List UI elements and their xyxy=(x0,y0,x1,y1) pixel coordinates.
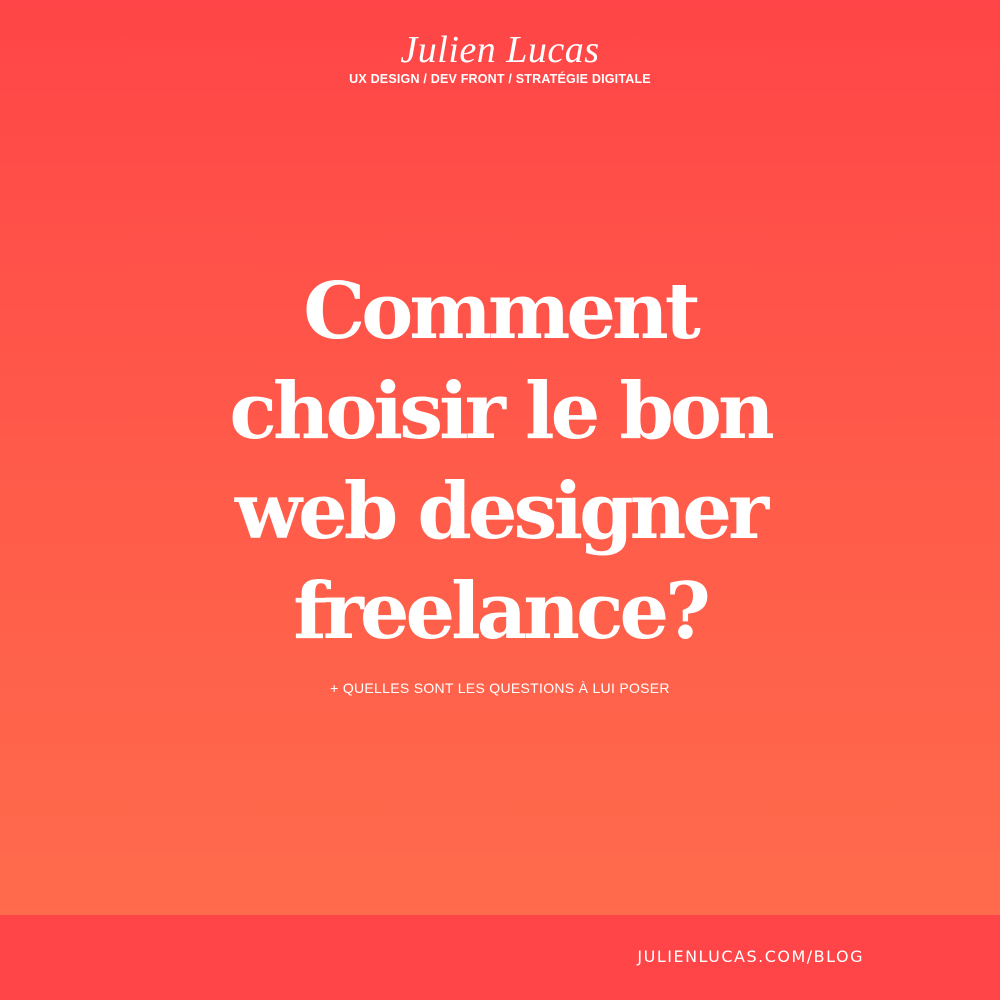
headline-line-4: freelance? xyxy=(293,566,711,657)
footer-url: JULIENLUCAS.COM/BLOG xyxy=(637,947,864,966)
headline-line-2: choisir le bon xyxy=(229,366,774,457)
brand-header: Julien Lucas UX DESIGN / DEV FRONT / STR… xyxy=(0,30,1000,86)
headline-line-3: web designer xyxy=(234,466,769,557)
headline: Comment choisir le bon web designer free… xyxy=(0,262,1000,662)
brand-tagline: UX DESIGN / DEV FRONT / STRATÉGIE DIGITA… xyxy=(349,72,651,86)
subtitle: + QUELLES SONT LES QUESTIONS À LUI POSER xyxy=(330,680,670,696)
brand-name: Julien Lucas xyxy=(400,29,600,71)
footer-bar: JULIENLUCAS.COM/BLOG xyxy=(0,915,1000,1000)
headline-line-1: Comment xyxy=(303,266,701,357)
